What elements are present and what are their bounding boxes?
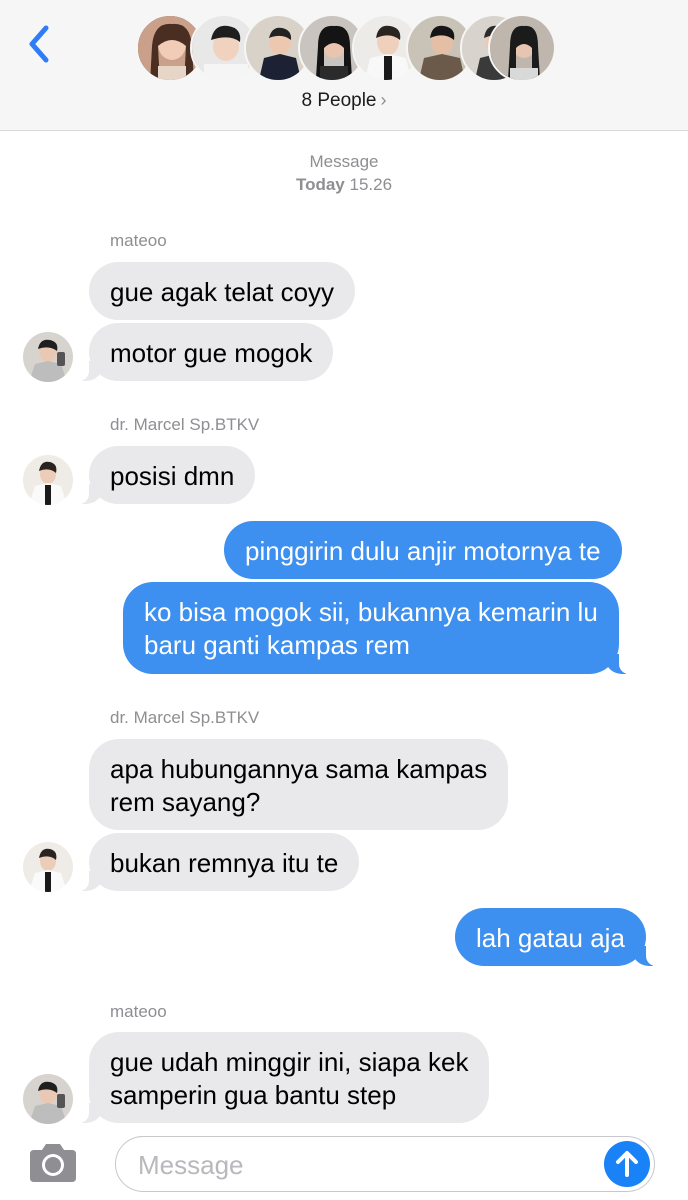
message-composer: Message (0, 1128, 688, 1200)
incoming-message-bubble[interactable]: bukan remnya itu te (62, 833, 360, 891)
message-input[interactable]: Message (115, 1136, 655, 1192)
chevron-left-icon[interactable] (24, 22, 54, 66)
timestamp-day: Today (295, 175, 345, 194)
message-line: apa hubungannya sama kampas (110, 754, 488, 784)
service-label: Message (309, 152, 379, 171)
send-arrow-icon (616, 1151, 638, 1177)
avatar[interactable] (23, 842, 73, 892)
outgoing-message-bubble[interactable]: ko bisa mogok sii, bukannya kemarin lu ba… (123, 582, 645, 674)
group-member-avatar (488, 14, 556, 82)
message-line: gue udah minggir ini, siapa kek (110, 1047, 469, 1077)
message-text: posisi dmn (110, 461, 235, 491)
group-people-link[interactable]: 8 People › (0, 90, 688, 112)
message-text: gue udah minggir ini, siapa kek samperin … (110, 1047, 468, 1110)
sender-name: dr. Marcel Sp.BTKV (110, 708, 260, 727)
message-text: lah gatau aja (476, 923, 625, 953)
outgoing-message-bubble[interactable]: pinggirin dulu anjir motornya te (224, 521, 622, 579)
message-line: samperin gua bantu step (110, 1080, 397, 1110)
message-line: rem sayang? (110, 787, 261, 817)
incoming-message-bubble[interactable]: motor gue mogok (62, 323, 334, 381)
message-text: motor gue mogok (110, 338, 313, 368)
message-placeholder: Message (138, 1150, 244, 1180)
incoming-message-bubble[interactable]: gue agak telat coyy (89, 262, 356, 320)
message-line: ko bisa mogok sii, bukannya kemarin lu (144, 597, 598, 627)
camera-icon[interactable] (26, 1142, 80, 1184)
incoming-message-bubble[interactable]: posisi dmn (62, 446, 256, 504)
message-text: pinggirin dulu anjir motornya te (245, 536, 601, 566)
send-button[interactable] (604, 1141, 650, 1187)
group-avatars[interactable] (136, 14, 556, 84)
message-text: bukan remnya itu te (110, 848, 339, 878)
incoming-message-bubble[interactable]: gue udah minggir ini, siapa kek samperin … (62, 1032, 490, 1123)
outgoing-message-bubble[interactable]: lah gatau aja (455, 908, 672, 966)
avatar[interactable] (23, 332, 73, 382)
message-text: apa hubungannya sama kampas rem sayang? (110, 754, 487, 817)
people-count-label: 8 People (301, 90, 377, 111)
message-timestamp: Message Today 15.26 (0, 150, 688, 196)
conversation-header: 8 People › (0, 0, 688, 131)
sender-name: mateoo (110, 1002, 167, 1021)
timestamp-time: 15.26 (349, 175, 393, 194)
message-line: baru ganti kampas rem (144, 630, 410, 660)
sender-name: dr. Marcel Sp.BTKV (110, 415, 260, 434)
avatar[interactable] (23, 1074, 73, 1124)
chevron-right-icon: › (380, 90, 387, 110)
message-text: ko bisa mogok sii, bukannya kemarin lu ba… (144, 597, 598, 660)
avatar[interactable] (23, 455, 73, 505)
sender-name: mateoo (110, 231, 167, 250)
incoming-message-bubble[interactable]: apa hubungannya sama kampas rem sayang? (89, 739, 509, 830)
message-text: gue agak telat coyy (110, 277, 335, 307)
